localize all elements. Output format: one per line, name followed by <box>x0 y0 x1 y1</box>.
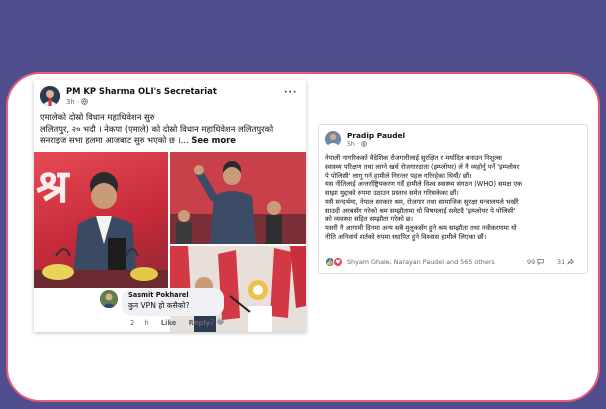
share-icon <box>567 258 574 266</box>
globe-icon <box>81 98 88 106</box>
left-post-header: PM KP Sharma OLI's Secretariat 3h · ··· <box>34 80 306 110</box>
love-reaction-icon: ♥ <box>333 257 343 267</box>
post-line: यसै सन्दर्भमा, नेपाल सरकार श्रम, रोजगार … <box>325 197 519 206</box>
post-line: ललितपुर, २० भदौ । नेकपा (एमाले) को दोस्र… <box>40 123 274 134</box>
post-meta: 5h · <box>347 141 367 148</box>
author-avatar[interactable] <box>325 131 341 147</box>
post-line: को व्यवस्था सहित सम्झौता गरेको छ। <box>325 215 414 224</box>
comment-text: कुन VPN हो कसैको? <box>128 301 190 310</box>
comment-age[interactable]: 2h <box>130 319 149 327</box>
right-post-text: नेपाली नागरिकको वैदेशिक रोजगारीलाई सुरक्… <box>325 154 587 242</box>
reaction-count: 2 <box>210 318 215 326</box>
post-line-text: सनराइज सभा हलमा आजबाट सुरु भएको छ ।... <box>40 135 189 145</box>
laugh-reaction-icon: 😂 <box>216 318 225 326</box>
commenter-name[interactable]: Sasmit Pokharel <box>128 291 218 299</box>
comment-icon <box>537 258 544 266</box>
post-line: साझा मुद्दाको रुपमा उठाउन प्रस्ताव समेत … <box>325 189 459 197</box>
post-line: साउदी अरबसँग गरेको श्रम सम्झौतामा यो विष… <box>325 206 516 215</box>
post-line: यस नीतिलाई अन्तर्राष्ट्रियकरण गर्दै हामी… <box>325 180 523 189</box>
comment-bubble: Sasmit Pokharel कुन VPN हो कसैको? <box>122 288 224 316</box>
post-line: यसरी नै आगामी दिनमा अन्य सबै मुलुकसँग हु… <box>325 224 517 232</box>
post-line: पे पोलिसी' लागु गर्न हामीले निरन्तर पहल … <box>325 171 472 180</box>
post-line: एमालेको दोस्रो विधान महाधिवेशन सुरु <box>40 112 155 122</box>
comment-reactions[interactable]: 2 😂 <box>210 318 224 326</box>
comments-count[interactable]: 99 <box>527 258 544 266</box>
post-line: सनराइज सभा हलमा आजबाट सुरु भएको छ ।... S… <box>40 135 304 147</box>
page-name[interactable]: PM KP Sharma OLI's Secretariat <box>66 86 217 96</box>
post-footer: 👍 ♥ Shyam Ghale, Narayan Paudel and 565 … <box>325 257 583 269</box>
post-meta: 3h · <box>66 98 88 106</box>
reactions-summary[interactable]: 👍 ♥ Shyam Ghale, Narayan Paudel and 565 … <box>325 257 495 267</box>
post-time[interactable]: 5h <box>347 141 355 148</box>
right-post-card: Pradip Paudel 5h · नेपाली नागरिकको वैदेश… <box>318 124 588 274</box>
backdrop-text: श्र <box>36 159 70 213</box>
post-time[interactable]: 3h <box>66 98 75 106</box>
shares-count[interactable]: 31 <box>557 258 574 266</box>
post-line: नीति अनिवार्य शर्तको रुपमा स्थापित हुने … <box>325 232 487 241</box>
comment-like-button[interactable]: Like <box>161 319 177 327</box>
more-options-icon[interactable]: ··· <box>284 88 297 98</box>
left-post-text: एमालेको दोस्रो विधान महाधिवेशन सुरु ललित… <box>40 112 304 147</box>
comment-actions: 2h Like Reply <box>130 319 220 327</box>
post-line: स्वास्थ्य परिक्षण तथा लाग्ने खर्च रोजगार… <box>325 162 520 171</box>
commenter-avatar[interactable] <box>100 290 118 308</box>
globe-icon <box>360 141 367 148</box>
author-name[interactable]: Pradip Paudel <box>347 131 405 140</box>
post-photo-waving[interactable] <box>170 152 306 244</box>
post-line: नेपाली नागरिकको वैदेशिक रोजगारीलाई सुरक्… <box>325 154 503 162</box>
page-avatar[interactable] <box>40 86 60 106</box>
post-photo-speaker[interactable]: श्र <box>34 152 168 288</box>
see-more-link[interactable]: See more <box>191 135 236 145</box>
comment-reply-button[interactable]: Reply <box>189 319 210 327</box>
reactions-text: Shyam Ghale, Narayan Paudel and 565 othe… <box>347 258 495 266</box>
